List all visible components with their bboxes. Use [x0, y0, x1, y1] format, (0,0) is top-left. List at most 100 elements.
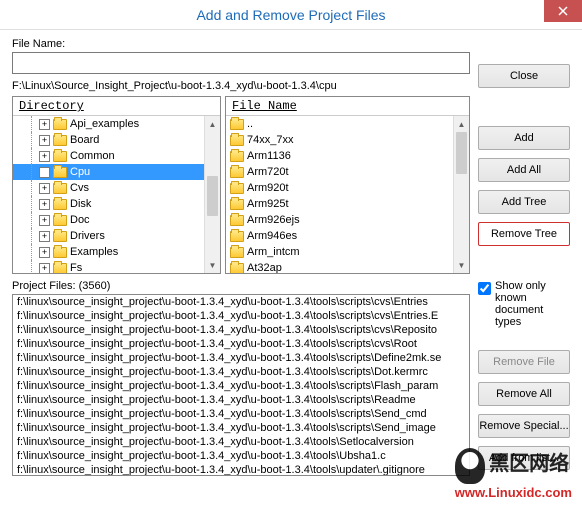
file-pane: File Name .. 74xx_7xx Arm1136 Arm720t Arm920…	[225, 96, 470, 274]
tree-item[interactable]: + Doc	[13, 212, 220, 228]
project-file-row[interactable]: f:\linux\source_insight_project\u-boot-1…	[13, 435, 469, 449]
tree-label: Api_examples	[70, 118, 139, 130]
expand-icon[interactable]: +	[39, 199, 50, 210]
folder-icon	[230, 151, 244, 162]
directory-tree[interactable]: +Api_examples+Board+Common+Cpu+Cvs+Disk+…	[13, 116, 220, 273]
expand-icon[interactable]: +	[39, 119, 50, 130]
folder-icon	[53, 183, 67, 194]
project-file-row[interactable]: f:\linux\source_insight_project\u-boot-1…	[13, 337, 469, 351]
remove-special-button[interactable]: Remove Special...	[478, 414, 570, 438]
expand-icon[interactable]: +	[39, 263, 50, 274]
file-name-input[interactable]	[12, 52, 470, 74]
project-file-row[interactable]: f:\linux\source_insight_project\u-boot-1…	[13, 407, 469, 421]
project-file-row[interactable]: f:\linux\source_insight_project\u-boot-1…	[13, 463, 469, 476]
tree-label: Disk	[70, 198, 91, 210]
expand-icon[interactable]: +	[39, 183, 50, 194]
directory-scrollbar[interactable]: ▲ ▼	[204, 116, 220, 273]
project-files-list[interactable]: f:\linux\source_insight_project\u-boot-1…	[12, 294, 470, 476]
project-file-row[interactable]: f:\linux\source_insight_project\u-boot-1…	[13, 449, 469, 463]
remove-tree-button[interactable]: Remove Tree	[478, 222, 570, 246]
folder-icon	[53, 199, 67, 210]
tree-item[interactable]: + Drivers	[13, 228, 220, 244]
tree-item[interactable]: + Disk	[13, 196, 220, 212]
tree-label: Drivers	[70, 230, 105, 242]
file-header: File Name	[226, 97, 469, 116]
folder-icon	[230, 263, 244, 274]
expand-icon[interactable]: +	[39, 247, 50, 258]
scroll-up-icon[interactable]: ▲	[454, 116, 469, 132]
file-item[interactable]: Arm920t	[226, 180, 469, 196]
folder-icon	[53, 231, 67, 242]
tree-label: Common	[70, 150, 115, 162]
folder-icon	[53, 119, 67, 130]
file-item[interactable]: Arm_intcm	[226, 244, 469, 260]
folder-icon	[53, 151, 67, 162]
tree-item[interactable]: + Cvs	[13, 180, 220, 196]
titlebar: Add and Remove Project Files	[0, 0, 582, 30]
scroll-up-icon[interactable]: ▲	[205, 116, 220, 132]
project-file-row[interactable]: f:\linux\source_insight_project\u-boot-1…	[13, 365, 469, 379]
tree-item[interactable]: +Fs	[13, 260, 220, 273]
project-file-row[interactable]: f:\linux\source_insight_project\u-boot-1…	[13, 379, 469, 393]
tree-item[interactable]: + Cpu	[13, 164, 220, 180]
tree-item[interactable]: + Api_examples	[13, 116, 220, 132]
add-button[interactable]: Add	[478, 126, 570, 150]
folder-icon	[53, 167, 67, 178]
folder-icon	[53, 215, 67, 226]
project-file-row[interactable]: f:\linux\source_insight_project\u-boot-1…	[13, 393, 469, 407]
file-item[interactable]: Arm1136	[226, 148, 469, 164]
file-label: Arm925t	[247, 198, 289, 210]
file-label: Arm_intcm	[247, 246, 300, 258]
close-button[interactable]: Close	[478, 64, 570, 88]
project-file-row[interactable]: f:\linux\source_insight_project\u-boot-1…	[13, 323, 469, 337]
file-list[interactable]: .. 74xx_7xx Arm1136 Arm720t Arm920t Arm925t Ar…	[226, 116, 469, 273]
tree-label: Doc	[70, 214, 90, 226]
file-item[interactable]: Arm946es	[226, 228, 469, 244]
file-item[interactable]: At32ap	[226, 260, 469, 273]
expand-icon[interactable]: +	[39, 151, 50, 162]
project-file-row[interactable]: f:\linux\source_insight_project\u-boot-1…	[13, 309, 469, 323]
file-label: Arm1136	[247, 150, 291, 162]
remove-file-button[interactable]: Remove File	[478, 350, 570, 374]
close-window-button[interactable]	[544, 0, 582, 22]
remove-all-button[interactable]: Remove All	[478, 382, 570, 406]
file-label: Arm926ejs	[247, 214, 300, 226]
scroll-down-icon[interactable]: ▼	[205, 257, 220, 273]
expand-icon[interactable]: +	[39, 135, 50, 146]
tree-label: Cvs	[70, 182, 89, 194]
file-item[interactable]: 74xx_7xx	[226, 132, 469, 148]
tree-item[interactable]: +Board	[13, 132, 220, 148]
add-tree-button[interactable]: Add Tree	[478, 190, 570, 214]
scroll-thumb[interactable]	[456, 132, 467, 174]
expand-icon[interactable]: +	[39, 231, 50, 242]
directory-header: Directory	[13, 97, 220, 116]
tree-label: Cpu	[70, 166, 90, 178]
current-path-label: F:\Linux\Source_Insight_Project\u-boot-1…	[12, 80, 470, 92]
file-item[interactable]: Arm925t	[226, 196, 469, 212]
project-file-row[interactable]: f:\linux\source_insight_project\u-boot-1…	[13, 295, 469, 309]
expand-icon[interactable]: +	[39, 215, 50, 226]
expand-icon[interactable]: +	[39, 167, 50, 178]
add-from-list-button[interactable]: Add from list...	[478, 446, 570, 470]
show-only-known-input[interactable]	[478, 282, 491, 295]
file-item[interactable]: ..	[226, 116, 469, 132]
project-file-row[interactable]: f:\linux\source_insight_project\u-boot-1…	[13, 421, 469, 435]
add-all-button[interactable]: Add All	[478, 158, 570, 182]
project-file-row[interactable]: f:\linux\source_insight_project\u-boot-1…	[13, 351, 469, 365]
file-label: Arm946es	[247, 230, 297, 242]
file-label: ..	[247, 118, 253, 130]
file-item[interactable]: Arm720t	[226, 164, 469, 180]
close-icon	[558, 6, 568, 16]
file-item[interactable]: Arm926ejs	[226, 212, 469, 228]
folder-icon	[230, 199, 244, 210]
file-scrollbar[interactable]: ▲ ▼	[453, 116, 469, 273]
show-only-known-label: Show only known document types	[495, 280, 570, 328]
tree-item[interactable]: + Common	[13, 148, 220, 164]
show-only-known-checkbox[interactable]: Show only known document types	[478, 280, 570, 328]
scroll-thumb[interactable]	[207, 176, 218, 216]
scroll-down-icon[interactable]: ▼	[454, 257, 469, 273]
tree-item[interactable]: +Examples	[13, 244, 220, 260]
folder-icon	[230, 135, 244, 146]
file-label: Arm920t	[247, 182, 289, 194]
folder-icon	[230, 183, 244, 194]
